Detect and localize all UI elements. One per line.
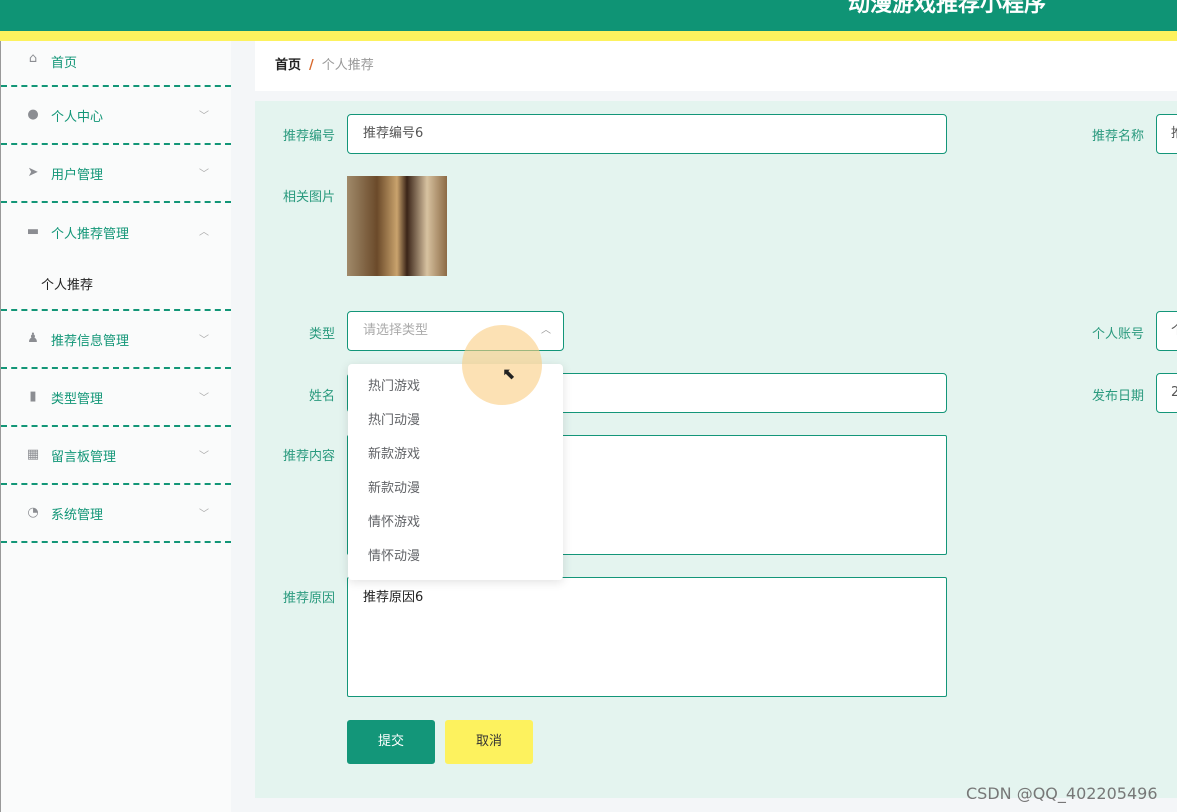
home-icon: ⌂ — [28, 51, 38, 66]
chevron-down-icon: ﹀ — [199, 451, 209, 462]
sidebar-item-label: 系统管理 — [51, 507, 104, 523]
sidebar-item-label: 用户管理 — [51, 167, 104, 183]
chevron-down-icon: ﹀ — [199, 111, 209, 122]
sidebar-item-users[interactable]: ➤ 用户管理 ﹀ — [1, 145, 231, 203]
sidebar-item-types[interactable]: ▮ 类型管理 ﹀ — [1, 369, 231, 427]
mouse-cursor-icon: ⬉ — [502, 364, 516, 383]
chevron-up-icon: ︿ — [541, 325, 551, 336]
sidebar-item-label: 首页 — [51, 56, 78, 71]
breadcrumb-current: 个人推荐 — [321, 58, 374, 73]
code-input[interactable]: 推荐编号6 — [347, 114, 947, 154]
dropdown-option[interactable]: 情怀动漫 — [348, 540, 563, 574]
chevron-down-icon: ﹀ — [199, 509, 209, 520]
sidebar-item-label: 个人推荐管理 — [51, 226, 130, 242]
dropdown-option[interactable]: 新款游戏 — [348, 438, 563, 472]
send-icon: ➤ — [27, 165, 39, 180]
code-label: 推荐编号 — [282, 129, 335, 144]
date-input[interactable]: 2 — [1156, 373, 1177, 413]
type-placeholder: 请选择类型 — [363, 323, 429, 338]
app-title: 动漫游戏推荐小程序 — [848, 0, 1047, 17]
chevron-down-icon: ﹀ — [199, 335, 209, 346]
submit-button[interactable]: 提交 — [347, 720, 435, 764]
breadcrumb-home[interactable]: 首页 — [275, 58, 301, 73]
cancel-button[interactable]: 取消 — [445, 720, 533, 764]
content-label: 推荐内容 — [282, 449, 335, 464]
person-label: 姓名 — [308, 389, 335, 404]
accent-bar — [0, 31, 1177, 41]
dropdown-option[interactable]: 情怀游戏 — [348, 506, 563, 540]
briefcase-icon: ▬ — [26, 224, 40, 239]
sidebar-item-profile[interactable]: ● 个人中心 ﹀ — [1, 87, 231, 145]
account-label: 个人账号 — [1091, 327, 1144, 342]
sidebar-item-label: 类型管理 — [51, 391, 104, 407]
dropdown-option[interactable]: 热门动漫 — [348, 404, 563, 438]
sidebar-subitem-personal-recommend[interactable]: 个人推荐 — [1, 261, 231, 311]
name-input[interactable]: 推 — [1156, 114, 1177, 154]
user-icon: ● — [27, 107, 39, 122]
breadcrumb: 首页 / 个人推荐 — [255, 41, 1177, 91]
sidebar: ⌂ 首页 ● 个人中心 ﹀ ➤ 用户管理 ﹀ ▬ 个人推荐管理 ︿ 个人推荐 ♟ 推荐信息管理 ﹀… — [0, 41, 231, 812]
reason-label: 推荐原因 — [282, 591, 335, 606]
main-content: 首页 / 个人推荐 推荐编号 推荐编号6 推荐名称 推 相关图片 类型 请选择类型 ︿… — [255, 41, 1177, 798]
sidebar-item-label: 留言板管理 — [51, 449, 117, 465]
image-label: 相关图片 — [282, 190, 335, 205]
sidebar-item-recommend-mgmt[interactable]: ▬ 个人推荐管理 ︿ — [1, 203, 231, 261]
chevron-down-icon: ﹀ — [199, 393, 209, 404]
sidebar-item-label: 个人中心 — [51, 109, 104, 125]
related-image[interactable] — [347, 176, 447, 276]
type-dropdown: 热门游戏 热门动漫 新款游戏 新款动漫 情怀游戏 情怀动漫 — [348, 364, 563, 580]
date-label: 发布日期 — [1091, 389, 1144, 404]
stamp-icon: ♟ — [27, 331, 39, 346]
sidebar-item-system[interactable]: ◔ 系统管理 ﹀ — [1, 485, 231, 543]
sidebar-item-home[interactable]: ⌂ 首页 — [1, 41, 231, 87]
top-bar: 动漫游戏推荐小程序 — [0, 0, 1177, 31]
name-label: 推荐名称 — [1091, 129, 1144, 144]
watermark: CSDN @QQ_402205496 — [966, 784, 1158, 803]
breadcrumb-separator: / — [309, 58, 314, 73]
type-label: 类型 — [308, 327, 335, 342]
dashboard-icon: ◔ — [27, 505, 39, 520]
grid-icon: ▦ — [26, 447, 40, 462]
recommend-form: 推荐编号 推荐编号6 推荐名称 推 相关图片 类型 请选择类型︿ 个人账号 个 … — [255, 101, 1177, 798]
sidebar-item-recommend-info[interactable]: ♟ 推荐信息管理 ﹀ — [1, 311, 231, 369]
chevron-up-icon: ︿ — [199, 227, 209, 238]
sidebar-item-label: 推荐信息管理 — [51, 333, 130, 349]
reason-textarea[interactable]: 推荐原因6 — [347, 577, 947, 697]
dropdown-option[interactable]: 新款动漫 — [348, 472, 563, 506]
sidebar-item-messages[interactable]: ▦ 留言板管理 ﹀ — [1, 427, 231, 485]
chevron-down-icon: ﹀ — [199, 169, 209, 180]
account-input[interactable]: 个 — [1156, 311, 1177, 351]
bar-chart-icon: ▮ — [29, 389, 37, 404]
